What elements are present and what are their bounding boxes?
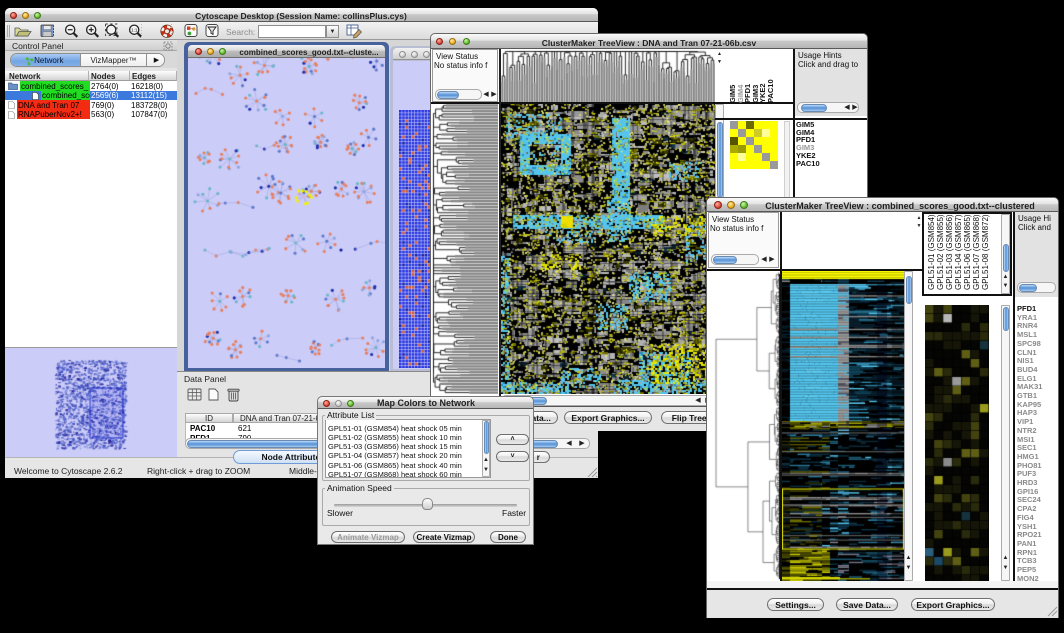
svg-text:1:1: 1:1 bbox=[131, 28, 138, 33]
